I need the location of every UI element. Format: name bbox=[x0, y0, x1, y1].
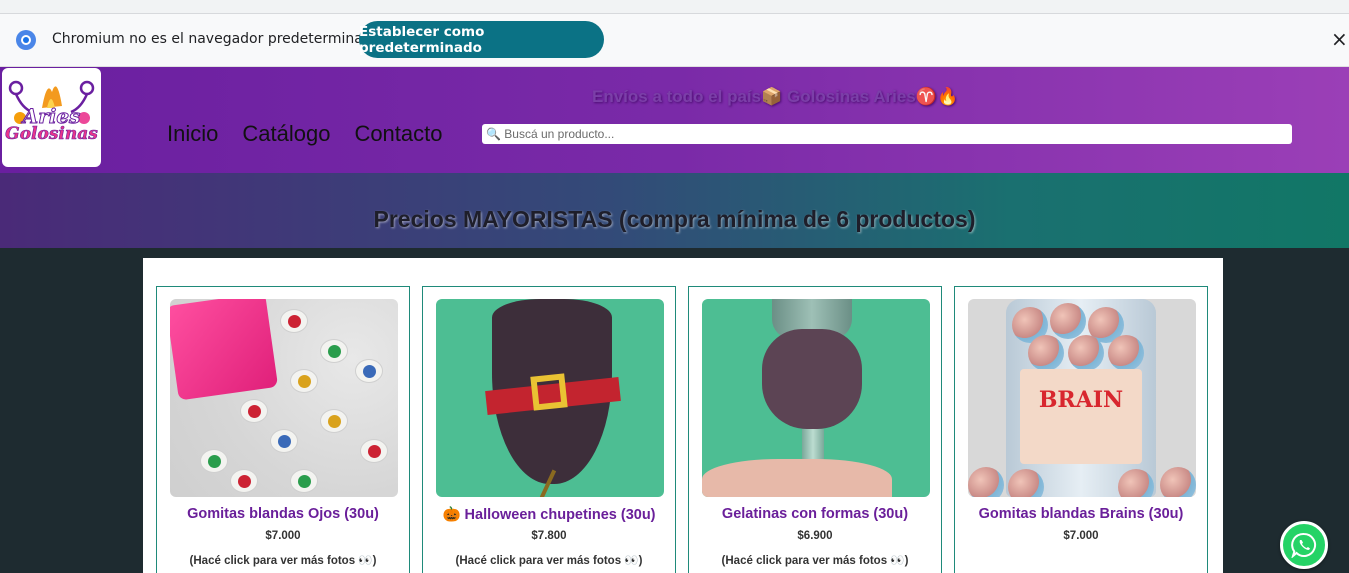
hat-buckle bbox=[530, 373, 568, 411]
site-logo[interactable]: Aries Golosinas bbox=[2, 68, 101, 167]
close-icon[interactable]: × bbox=[1331, 29, 1348, 49]
gummy-eye bbox=[320, 339, 348, 363]
search-input[interactable]: 🔍 Buscá un producto... bbox=[482, 124, 1292, 144]
gummy-eye bbox=[240, 399, 268, 423]
brain-gummy bbox=[1008, 469, 1044, 497]
default-browser-infobar: Chromium no es el navegador predetermina… bbox=[0, 14, 1349, 67]
browser-tabstrip-edge bbox=[0, 0, 1349, 14]
set-default-browser-button[interactable]: Establecer como predeterminado bbox=[359, 21, 604, 58]
more-photos-hint[interactable]: (Hacé click para ver más fotos 👀) bbox=[689, 553, 941, 567]
product-card[interactable]: BRAIN Gomitas blandas Brains (30u) $7.00… bbox=[954, 286, 1208, 573]
whatsapp-icon[interactable] bbox=[1280, 521, 1328, 569]
product-image-eyes[interactable] bbox=[170, 299, 398, 497]
gelatin-fist bbox=[762, 329, 862, 429]
brain-gummy bbox=[968, 467, 1004, 497]
brain-gummy bbox=[1160, 467, 1196, 497]
wholesale-banner: Precios MAYORISTAS (compra mínima de 6 p… bbox=[0, 173, 1349, 248]
product-title[interactable]: 🎃 Halloween chupetines (30u) bbox=[423, 506, 675, 523]
product-card[interactable]: Gelatinas con formas (30u) $6.900 (Hacé … bbox=[688, 286, 942, 573]
site-header: Aries Golosinas Envíos a todo el país📦 G… bbox=[0, 67, 1349, 173]
product-title[interactable]: Gomitas blandas Ojos (30u) bbox=[157, 506, 409, 522]
product-title[interactable]: Gelatinas con formas (30u) bbox=[689, 506, 941, 522]
product-price: $7.800 bbox=[531, 530, 567, 542]
brain-gummy bbox=[1050, 303, 1086, 339]
gummy-eye bbox=[230, 469, 258, 493]
banner-title: Precios MAYORISTAS (compra mínima de 6 p… bbox=[373, 206, 976, 232]
promo-text: Envíos a todo el país📦 Golosinas Aries♈🔥 bbox=[592, 87, 959, 106]
gummy-eye bbox=[290, 469, 318, 493]
product-image-gelatin-shapes[interactable] bbox=[702, 299, 930, 497]
holding-hand bbox=[702, 459, 892, 497]
gummy-eye bbox=[290, 369, 318, 393]
more-photos-hint[interactable]: (Hacé click para ver más fotos 👀) bbox=[157, 553, 409, 567]
gummy-eye bbox=[320, 409, 348, 433]
product-image-witch-lollipop[interactable] bbox=[436, 299, 664, 497]
main-nav: Inicio Catálogo Contacto bbox=[167, 121, 443, 147]
gummy-eye bbox=[200, 449, 228, 473]
nav-link-contacto[interactable]: Contacto bbox=[354, 121, 442, 147]
nav-link-inicio[interactable]: Inicio bbox=[167, 121, 218, 147]
gummy-eye bbox=[280, 309, 308, 333]
product-catalog: Gomitas blandas Ojos (30u) $7.000 (Hacé … bbox=[143, 258, 1223, 573]
brain-gummy bbox=[1118, 469, 1154, 497]
brain-gummy bbox=[1068, 335, 1104, 371]
jar-label-text: BRAIN bbox=[1038, 387, 1124, 413]
product-price: $7.000 bbox=[1063, 530, 1099, 542]
product-price: $7.000 bbox=[265, 530, 301, 542]
logo-text-golosinas: Golosinas bbox=[5, 124, 98, 145]
more-photos-hint[interactable]: (Hacé click para ver más fotos 👀) bbox=[423, 553, 675, 567]
gummy-eye bbox=[355, 359, 383, 383]
nav-link-catalogo[interactable]: Catálogo bbox=[242, 121, 330, 147]
product-image-brains[interactable]: BRAIN bbox=[968, 299, 1196, 497]
jar-label bbox=[1020, 369, 1142, 464]
product-price: $6.900 bbox=[797, 530, 833, 542]
product-title[interactable]: Gomitas blandas Brains (30u) bbox=[955, 506, 1207, 522]
product-card[interactable]: Gomitas blandas Ojos (30u) $7.000 (Hacé … bbox=[156, 286, 410, 573]
candy-jar bbox=[170, 299, 279, 401]
infobar-message: Chromium no es el navegador predetermina… bbox=[52, 31, 381, 47]
chromium-icon bbox=[16, 30, 36, 50]
product-card[interactable]: 🎃 Halloween chupetines (30u) $7.800 (Hac… bbox=[422, 286, 676, 573]
brain-gummy bbox=[1028, 335, 1064, 371]
gummy-eye bbox=[270, 429, 298, 453]
brain-gummy bbox=[1108, 335, 1144, 371]
gummy-eye bbox=[360, 439, 388, 463]
